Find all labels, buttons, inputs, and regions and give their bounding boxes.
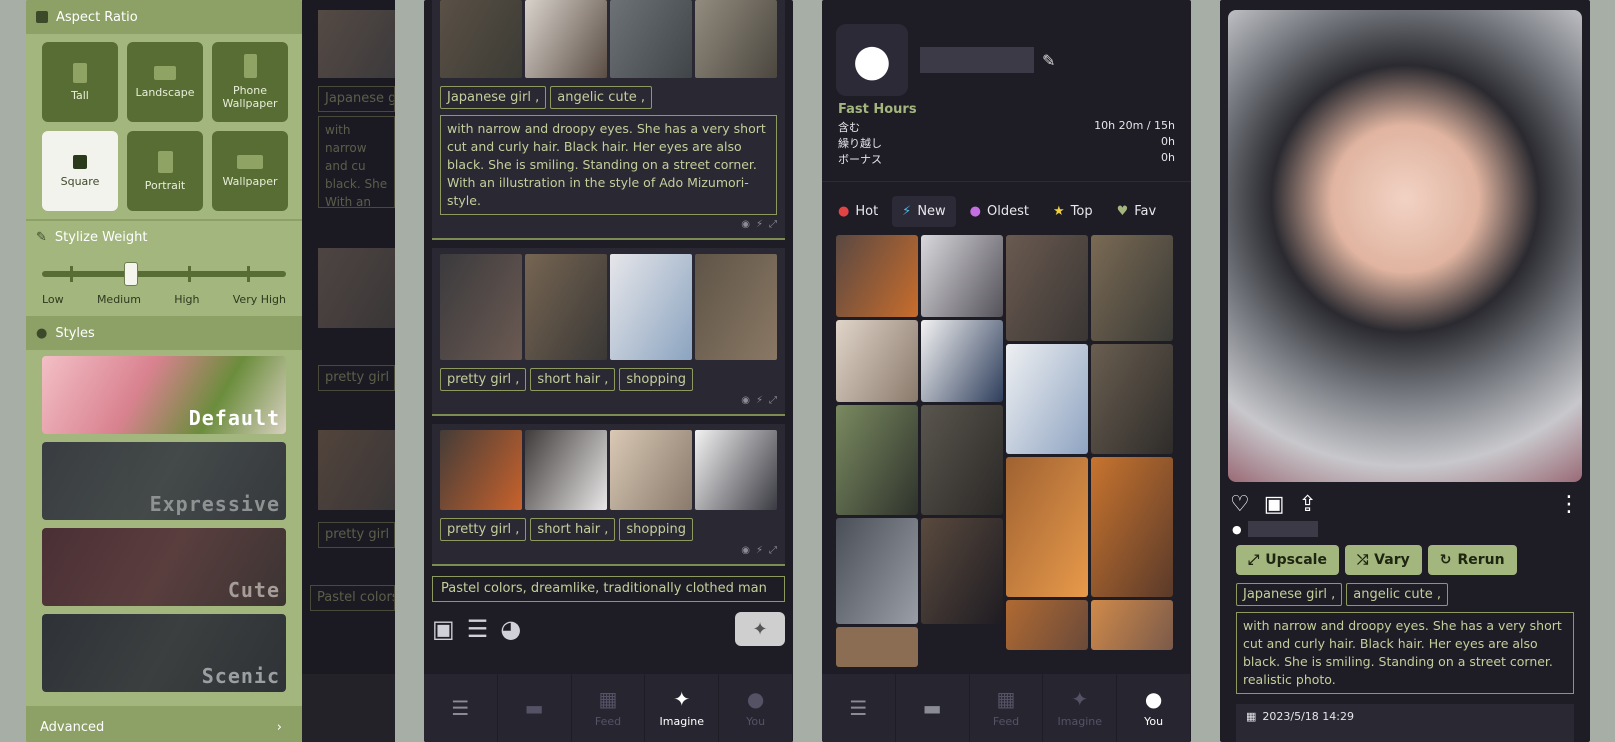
action-buttons: ⤢ Upscale ⤮ Vary ↻ Rerun [1220, 537, 1590, 575]
star-icon: ★ [1052, 204, 1065, 219]
bolt-icon: ⚡ [902, 204, 912, 219]
eye-icon[interactable]: ◉ [741, 219, 750, 230]
style-scenic[interactable]: Scenic [42, 614, 286, 692]
palette-icon: ● [36, 325, 48, 341]
profile-panel: ● ✎ Fast Hours 含む 10h 20m / 15h 繰り越し 0h ボー… [822, 0, 1191, 742]
save-icon[interactable]: ▣ [1264, 492, 1285, 517]
grid-icon: ▦ [598, 686, 618, 711]
settings-panel: Aspect Ratio Tall Landscape Phone Wallpa… [26, 0, 302, 742]
bottom-nav: ☰ ▬ ▦ Feed ✦ Imagine ● You [424, 674, 793, 742]
palette-icon[interactable]: ◕ [500, 615, 521, 643]
style-default[interactable]: Default [42, 356, 286, 434]
grid-icon: ▦ [996, 686, 1016, 711]
nav-feed[interactable]: ▦ Feed [970, 674, 1044, 742]
tab-top[interactable]: ★ Top [1043, 196, 1103, 227]
brush-icon: ✎ [36, 229, 47, 245]
tab-hot[interactable]: ● Hot [828, 196, 888, 227]
aspect-options: Tall Landscape Phone Wallpaper Square Po… [26, 34, 302, 219]
person-icon: ● [746, 686, 765, 711]
eye-icon[interactable]: ◉ [741, 545, 750, 556]
tab-new[interactable]: ⚡ New [892, 196, 956, 227]
aspect-phone-wallpaper[interactable]: Phone Wallpaper [212, 42, 288, 122]
wand-icon: ✦ [1071, 686, 1089, 711]
shuffle-icon: ⤮ [1356, 552, 1369, 568]
tab-oldest[interactable]: ● Oldest [960, 196, 1039, 227]
aspect-portrait[interactable]: Portrait [127, 131, 203, 211]
expand-icon[interactable]: ⤢ [769, 545, 777, 556]
chat-icon: ▬ [922, 696, 942, 720]
nav-you[interactable]: ● You [719, 674, 793, 742]
style-expressive[interactable]: Expressive [42, 442, 286, 520]
feed-tabs: ● Hot ⚡ New ● Oldest ★ Top ♥ Fav [822, 181, 1191, 235]
prompt-input[interactable]: Pastel colors, dreamlike, traditionally … [432, 576, 785, 602]
main-image[interactable] [1228, 10, 1582, 482]
bolt-icon[interactable]: ⚡ [756, 545, 763, 556]
username-blurred [920, 47, 1034, 73]
aspect-landscape[interactable]: Landscape [127, 42, 203, 122]
person-icon: ● [1144, 686, 1163, 711]
clock-icon: ● [969, 204, 982, 219]
chevron-right-icon: › [276, 719, 282, 735]
aspect-square[interactable]: Square [42, 131, 118, 211]
upscale-button[interactable]: ⤢ Upscale [1236, 545, 1339, 575]
imagine-panel: Japanese girl , angelic cute , with narro… [424, 0, 793, 742]
nav-chat[interactable]: ▬ [896, 674, 970, 742]
prompt-card[interactable]: Japanese girl , angelic cute , with narro… [432, 0, 785, 240]
aspect-wallpaper[interactable]: Wallpaper [212, 131, 288, 211]
stylize-header: ✎ Stylize Weight [26, 219, 302, 253]
stylize-slider[interactable]: Low Medium High Very High [26, 253, 302, 316]
rerun-button[interactable]: ↻ Rerun [1427, 545, 1517, 575]
styles-list: Default Expressive Cute Scenic [26, 350, 302, 706]
prompt-card[interactable]: pretty girl , short hair , shopping ◉ ⚡ ⤢ [432, 424, 785, 566]
nav-chat[interactable]: ▬ [498, 674, 572, 742]
menu-icon: ☰ [849, 696, 868, 720]
user-icon: ● [1232, 522, 1242, 536]
heart-icon[interactable]: ♡ [1230, 492, 1250, 517]
nav-imagine[interactable]: ✦ Imagine [645, 674, 720, 742]
style-cute[interactable]: Cute [42, 528, 286, 606]
nav-feed[interactable]: ▦ Feed [572, 674, 646, 742]
username-blurred [1247, 521, 1318, 537]
fire-icon: ● [838, 204, 850, 219]
magic-wand-button[interactable]: ✦ [735, 612, 785, 646]
aspect-ratio-header: Aspect Ratio [26, 0, 302, 34]
image-grid [822, 235, 1191, 667]
expand-icon[interactable]: ⤢ [769, 395, 777, 406]
prompt-card[interactable]: pretty girl , short hair , shopping ◉ ⚡ ⤢ [432, 248, 785, 416]
ghost-panel: Japanese g with narrow and cu black. She… [302, 0, 395, 742]
wand-icon: ✦ [673, 686, 691, 711]
edit-icon[interactable]: ✎ [1042, 51, 1055, 70]
avatar-icon: ● [836, 24, 908, 96]
more-icon[interactable]: ⋮ [1558, 492, 1580, 517]
styles-header: ● Styles [26, 316, 302, 350]
tab-fav[interactable]: ♥ Fav [1107, 196, 1167, 227]
advanced-row[interactable]: Advanced › [26, 710, 302, 742]
eye-icon[interactable]: ◉ [741, 395, 750, 406]
nav-menu[interactable]: ☰ [424, 674, 498, 742]
calendar-icon: ▦ [1246, 710, 1257, 723]
bottom-nav: ☰ ▬ ▦ Feed ✦ Imagine ● You [822, 674, 1191, 742]
chat-icon: ▬ [524, 696, 544, 720]
image-detail-panel: ♡ ▣ ⇪ ⋮ ● ⤢ Upscale ⤮ Vary ↻ Rerun Japanese g… [1220, 0, 1590, 742]
nav-you[interactable]: ● You [1117, 674, 1191, 742]
share-icon[interactable]: ⇪ [1299, 492, 1317, 517]
layers-icon[interactable]: ☰ [467, 615, 489, 643]
nav-imagine[interactable]: ✦ Imagine [1043, 674, 1118, 742]
bolt-icon[interactable]: ⚡ [756, 395, 763, 406]
heart-icon: ♥ [1116, 204, 1129, 219]
vary-button[interactable]: ⤮ Vary [1344, 545, 1422, 575]
bolt-icon[interactable]: ⚡ [756, 219, 763, 230]
aspect-tall[interactable]: Tall [42, 42, 118, 122]
aspect-icon [36, 11, 48, 23]
nav-menu[interactable]: ☰ [822, 674, 896, 742]
upscale-icon: ⤢ [1248, 552, 1260, 568]
expand-icon[interactable]: ⤢ [769, 219, 777, 230]
menu-icon: ☰ [451, 696, 470, 720]
image-icon[interactable]: ▣ [432, 615, 455, 643]
refresh-icon: ↻ [1439, 552, 1452, 568]
slider-thumb[interactable] [124, 262, 138, 286]
